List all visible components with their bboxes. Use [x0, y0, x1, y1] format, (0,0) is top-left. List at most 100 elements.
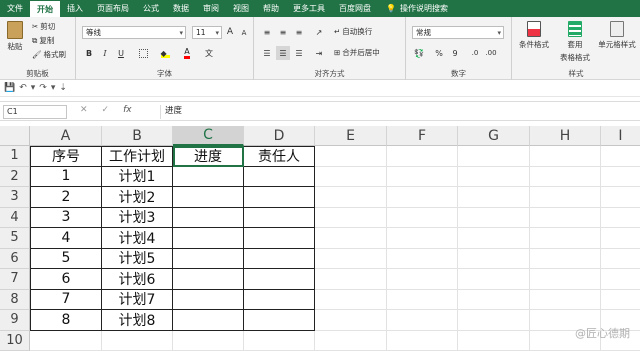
column-header-I[interactable]: I — [601, 126, 640, 146]
cell-H1[interactable] — [530, 146, 601, 167]
cell-A8[interactable]: 7 — [30, 289, 102, 310]
chevron-down-icon[interactable]: ▾ — [51, 83, 56, 93]
cell-A7[interactable]: 6 — [30, 269, 102, 290]
row-header-1[interactable]: 1 — [0, 146, 30, 167]
comma-button[interactable]: 9 — [448, 46, 462, 60]
tab-7[interactable]: 视图 — [226, 0, 256, 17]
cell-E4[interactable] — [315, 207, 387, 228]
borders-button[interactable] — [136, 46, 150, 60]
cell-H4[interactable] — [530, 207, 601, 228]
column-header-D[interactable]: D — [244, 126, 315, 146]
cell-I6[interactable] — [601, 249, 640, 269]
tab-4[interactable]: 公式 — [136, 0, 166, 17]
percent-button[interactable]: % — [432, 46, 446, 60]
cell-G2[interactable] — [458, 166, 530, 187]
cell-A1[interactable]: 序号 — [30, 146, 102, 167]
currency-button[interactable]: 💱 — [412, 46, 426, 60]
cell-D10[interactable] — [244, 330, 315, 351]
cell-F7[interactable] — [387, 269, 458, 290]
cell-D8[interactable] — [244, 289, 315, 310]
cell-C2[interactable] — [173, 166, 244, 187]
cell-H5[interactable] — [530, 228, 601, 249]
cell-B8[interactable]: 计划7 — [102, 289, 173, 310]
shrink-font-button[interactable]: A — [237, 26, 251, 40]
format-as-table-button[interactable]: 套用 表格格式 — [556, 21, 594, 63]
cell-D4[interactable] — [244, 207, 315, 228]
cell-H6[interactable] — [530, 248, 601, 269]
cell-I7[interactable] — [601, 269, 640, 290]
name-box[interactable]: C1 — [3, 105, 67, 119]
cell-E8[interactable] — [315, 289, 387, 310]
align-top-button[interactable]: ≡ — [260, 25, 274, 39]
font-name-select[interactable]: 等线 ▾ — [82, 26, 186, 39]
cell-D6[interactable] — [244, 248, 315, 269]
confirm-icon[interactable]: ✓ — [102, 105, 110, 115]
conditional-format-button[interactable]: 条件格式 — [516, 21, 552, 50]
cell-G8[interactable] — [458, 289, 530, 310]
cell-E6[interactable] — [315, 248, 387, 269]
cell-E9[interactable] — [315, 310, 387, 331]
formula-input[interactable]: 进度 — [160, 105, 640, 119]
row-header-5[interactable]: 5 — [0, 228, 30, 249]
cell-G9[interactable] — [458, 310, 530, 331]
cell-I1[interactable] — [601, 146, 640, 167]
chevron-down-icon[interactable]: ▾ — [31, 83, 36, 93]
cell-styles-button[interactable]: 单元格样式 — [596, 21, 638, 50]
column-header-G[interactable]: G — [458, 126, 530, 146]
cell-A3[interactable]: 2 — [30, 187, 102, 208]
save-icon[interactable]: 💾 — [4, 83, 15, 93]
font-color-button[interactable]: A — [180, 46, 194, 60]
tab-3[interactable]: 页面布局 — [90, 0, 136, 17]
cell-A5[interactable]: 4 — [30, 228, 102, 249]
cell-H3[interactable] — [530, 187, 601, 208]
cell-F6[interactable] — [387, 248, 458, 269]
customize-toolbar-icon[interactable]: ⇣ — [59, 83, 67, 93]
cell-E5[interactable] — [315, 228, 387, 249]
tab-2[interactable]: 插入 — [60, 0, 90, 17]
cell-B4[interactable]: 计划3 — [102, 207, 173, 228]
phonetic-button[interactable]: 文 — [202, 46, 216, 60]
cell-G1[interactable] — [458, 146, 530, 167]
orientation-button[interactable]: ↗ — [312, 25, 326, 39]
cell-F3[interactable] — [387, 187, 458, 208]
cell-B10[interactable] — [102, 330, 173, 351]
cell-G10[interactable] — [458, 330, 530, 351]
cell-E3[interactable] — [315, 187, 387, 208]
align-bottom-button[interactable]: ≡ — [292, 25, 306, 39]
cell-C7[interactable] — [173, 269, 244, 290]
cell-F4[interactable] — [387, 207, 458, 228]
cell-I5[interactable] — [601, 228, 640, 249]
row-header-6[interactable]: 6 — [0, 248, 30, 269]
cell-B9[interactable]: 计划8 — [102, 310, 173, 331]
copy-button[interactable]: ⧉ 复制 — [32, 35, 54, 46]
cell-E2[interactable] — [315, 166, 387, 187]
merge-center-button[interactable]: ⊞ 合并后居中 — [334, 47, 380, 58]
fill-color-button[interactable]: ◆ — [158, 46, 172, 60]
cancel-icon[interactable]: ✕ — [80, 105, 88, 115]
undo-icon[interactable]: ↶ — [19, 83, 27, 93]
tab-10[interactable]: 百度网盘 — [332, 0, 378, 17]
cell-C5[interactable] — [173, 228, 244, 249]
cell-B2[interactable]: 计划1 — [102, 166, 173, 187]
row-header-2[interactable]: 2 — [0, 166, 30, 187]
tell-me-search[interactable]: 💡 操作说明搜索 — [378, 0, 448, 17]
cell-B3[interactable]: 计划2 — [102, 187, 173, 208]
function-icon[interactable]: fx — [123, 105, 132, 115]
cut-button[interactable]: ✂ 剪切 — [32, 21, 55, 32]
cell-F8[interactable] — [387, 289, 458, 310]
cell-D3[interactable] — [244, 187, 315, 208]
align-middle-button[interactable]: ≡ — [276, 25, 290, 39]
tab-8[interactable]: 帮助 — [256, 0, 286, 17]
increase-decimal-button[interactable]: .0 — [468, 46, 482, 60]
column-header-C[interactable]: C — [173, 126, 244, 146]
cell-G3[interactable] — [458, 187, 530, 208]
grow-font-button[interactable]: A — [223, 25, 237, 39]
tab-0[interactable]: 文件 — [0, 0, 30, 17]
cell-G6[interactable] — [458, 248, 530, 269]
cell-B6[interactable]: 计划5 — [102, 248, 173, 269]
cell-I8[interactable] — [601, 290, 640, 310]
cell-B5[interactable]: 计划4 — [102, 228, 173, 249]
row-header-8[interactable]: 8 — [0, 289, 30, 310]
cell-G7[interactable] — [458, 269, 530, 290]
cell-D5[interactable] — [244, 228, 315, 249]
